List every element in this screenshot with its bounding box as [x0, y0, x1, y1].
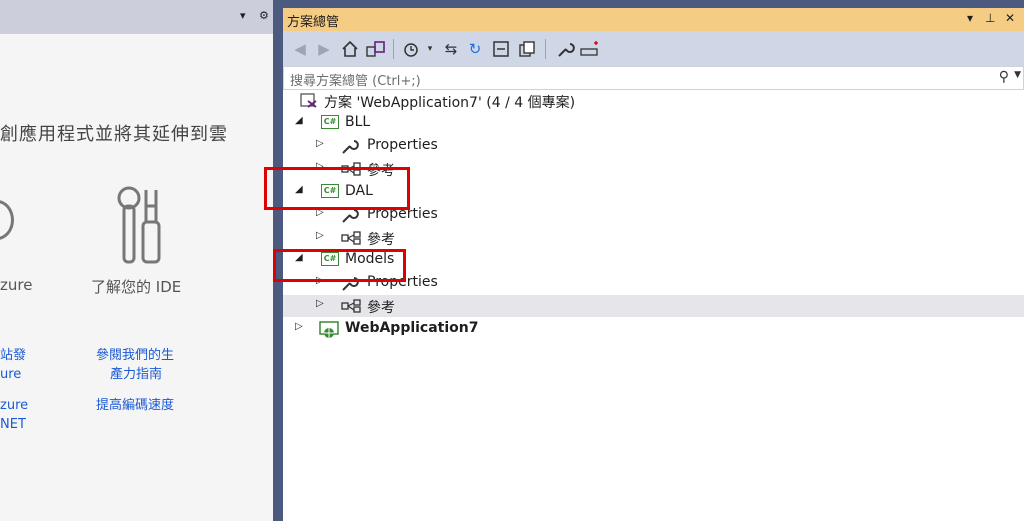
tree-node-properties[interactable]: ▷ Properties: [283, 135, 1024, 157]
toolbar-separator: [545, 39, 546, 59]
tree-node-label: 參考: [367, 232, 395, 248]
collapsed-arrow-icon[interactable]: ▷: [316, 298, 324, 309]
window-position-dropdown-icon[interactable]: ▾: [967, 11, 973, 25]
start-page-header: ▾ ⚙: [0, 0, 273, 34]
collapse-all-icon[interactable]: [491, 39, 511, 59]
switch-views-icon[interactable]: [365, 39, 387, 59]
ide-caption: 了解您的 IDE: [91, 278, 182, 296]
productivity-guide-link-line1[interactable]: 參閱我們的生: [96, 346, 174, 365]
refresh-icon[interactable]: ↻: [465, 39, 485, 59]
forward-icon[interactable]: ▶: [315, 39, 333, 59]
azure-cloud-icon: [0, 200, 14, 240]
start-page-pane: ▾ ⚙ 創應用程式並將其延伸到雲 zure 了解您的 IDE 站發 ure zu…: [0, 0, 273, 521]
back-icon[interactable]: ◀: [291, 39, 309, 59]
collapsed-arrow-icon[interactable]: ▷: [316, 230, 324, 241]
search-options-dropdown-icon[interactable]: ▼: [1014, 70, 1021, 80]
tree-node-label: 參考: [367, 300, 395, 316]
aspnet-link-line1[interactable]: zure: [0, 396, 28, 415]
tree-node-references[interactable]: ▷ 參考: [283, 227, 1024, 249]
solution-explorer-title: 方案總管: [287, 15, 340, 30]
filter-dropdown-icon[interactable]: ▾: [425, 39, 435, 59]
preview-selected-items-icon[interactable]: [579, 39, 601, 59]
callout-box-dal: [264, 167, 410, 210]
toolbar-separator: [393, 39, 394, 59]
sync-with-document-icon[interactable]: ⇆: [441, 39, 461, 59]
tree-node-references-selected[interactable]: ▷ 參考: [283, 295, 1024, 317]
search-icon[interactable]: ⚲: [999, 69, 1009, 85]
tree-node-project-webapplication7[interactable]: ▷ WebApplication7: [283, 318, 1024, 340]
solution-tree: 方案 'WebApplication7' (4 / 4 個專案) ◢ C# BL…: [283, 90, 1024, 521]
start-page-headline: 創應用程式並將其延伸到雲: [0, 124, 228, 145]
csharp-project-icon: C#: [321, 115, 339, 129]
properties-wrench-icon[interactable]: [555, 39, 575, 59]
tree-node-label: BLL: [345, 114, 371, 130]
solution-explorer-toolbar: ◀ ▶ ▾ ⇆ ↻: [283, 31, 1024, 66]
home-icon[interactable]: [341, 39, 359, 59]
web-project-icon: [319, 321, 339, 338]
tree-node-project-bll[interactable]: ◢ C# BLL: [283, 112, 1024, 134]
tree-node-solution[interactable]: 方案 'WebApplication7' (4 / 4 個專案): [283, 90, 1024, 112]
azure-link-line2[interactable]: ure: [0, 365, 21, 384]
tools-icon: [117, 186, 161, 264]
pane-settings-icon[interactable]: ⚙: [259, 9, 269, 22]
collapsed-arrow-icon[interactable]: ▷: [316, 138, 324, 149]
solution-explorer-search[interactable]: 搜尋方案總管 (Ctrl+;) ⚲ ▼: [283, 66, 1024, 90]
coding-speed-link[interactable]: 提高編碼速度: [96, 396, 174, 415]
solution-explorer-titlebar: 方案總管 ▾ ⊥ ✕: [283, 8, 1024, 31]
references-icon: [341, 231, 361, 245]
search-input[interactable]: 搜尋方案總管 (Ctrl+;): [290, 70, 421, 89]
collapsed-arrow-icon[interactable]: ▷: [295, 321, 303, 332]
expanded-arrow-icon[interactable]: ◢: [295, 115, 303, 126]
tree-node-label: WebApplication7: [345, 320, 479, 336]
wrench-icon: [342, 140, 359, 154]
pin-icon[interactable]: ⊥: [985, 11, 995, 25]
show-all-files-icon[interactable]: [517, 39, 537, 59]
start-page-content: 創應用程式並將其延伸到雲 zure 了解您的 IDE 站發 ure zure N…: [0, 34, 273, 521]
aspnet-link-line2[interactable]: NET: [0, 415, 26, 434]
pending-changes-filter-icon[interactable]: [401, 39, 421, 59]
solution-icon: [300, 93, 317, 108]
callout-box-models: [273, 249, 406, 282]
close-icon[interactable]: ✕: [1005, 11, 1015, 25]
tree-node-label: 方案 'WebApplication7' (4 / 4 個專案): [324, 95, 576, 111]
productivity-guide-link-line2[interactable]: 產力指南: [110, 365, 162, 384]
azure-link-line1[interactable]: 站發: [0, 346, 26, 365]
pane-dropdown-icon[interactable]: ▾: [240, 9, 246, 22]
tree-node-label: Properties: [367, 137, 438, 153]
references-icon: [341, 299, 361, 313]
azure-caption: zure: [0, 276, 33, 294]
